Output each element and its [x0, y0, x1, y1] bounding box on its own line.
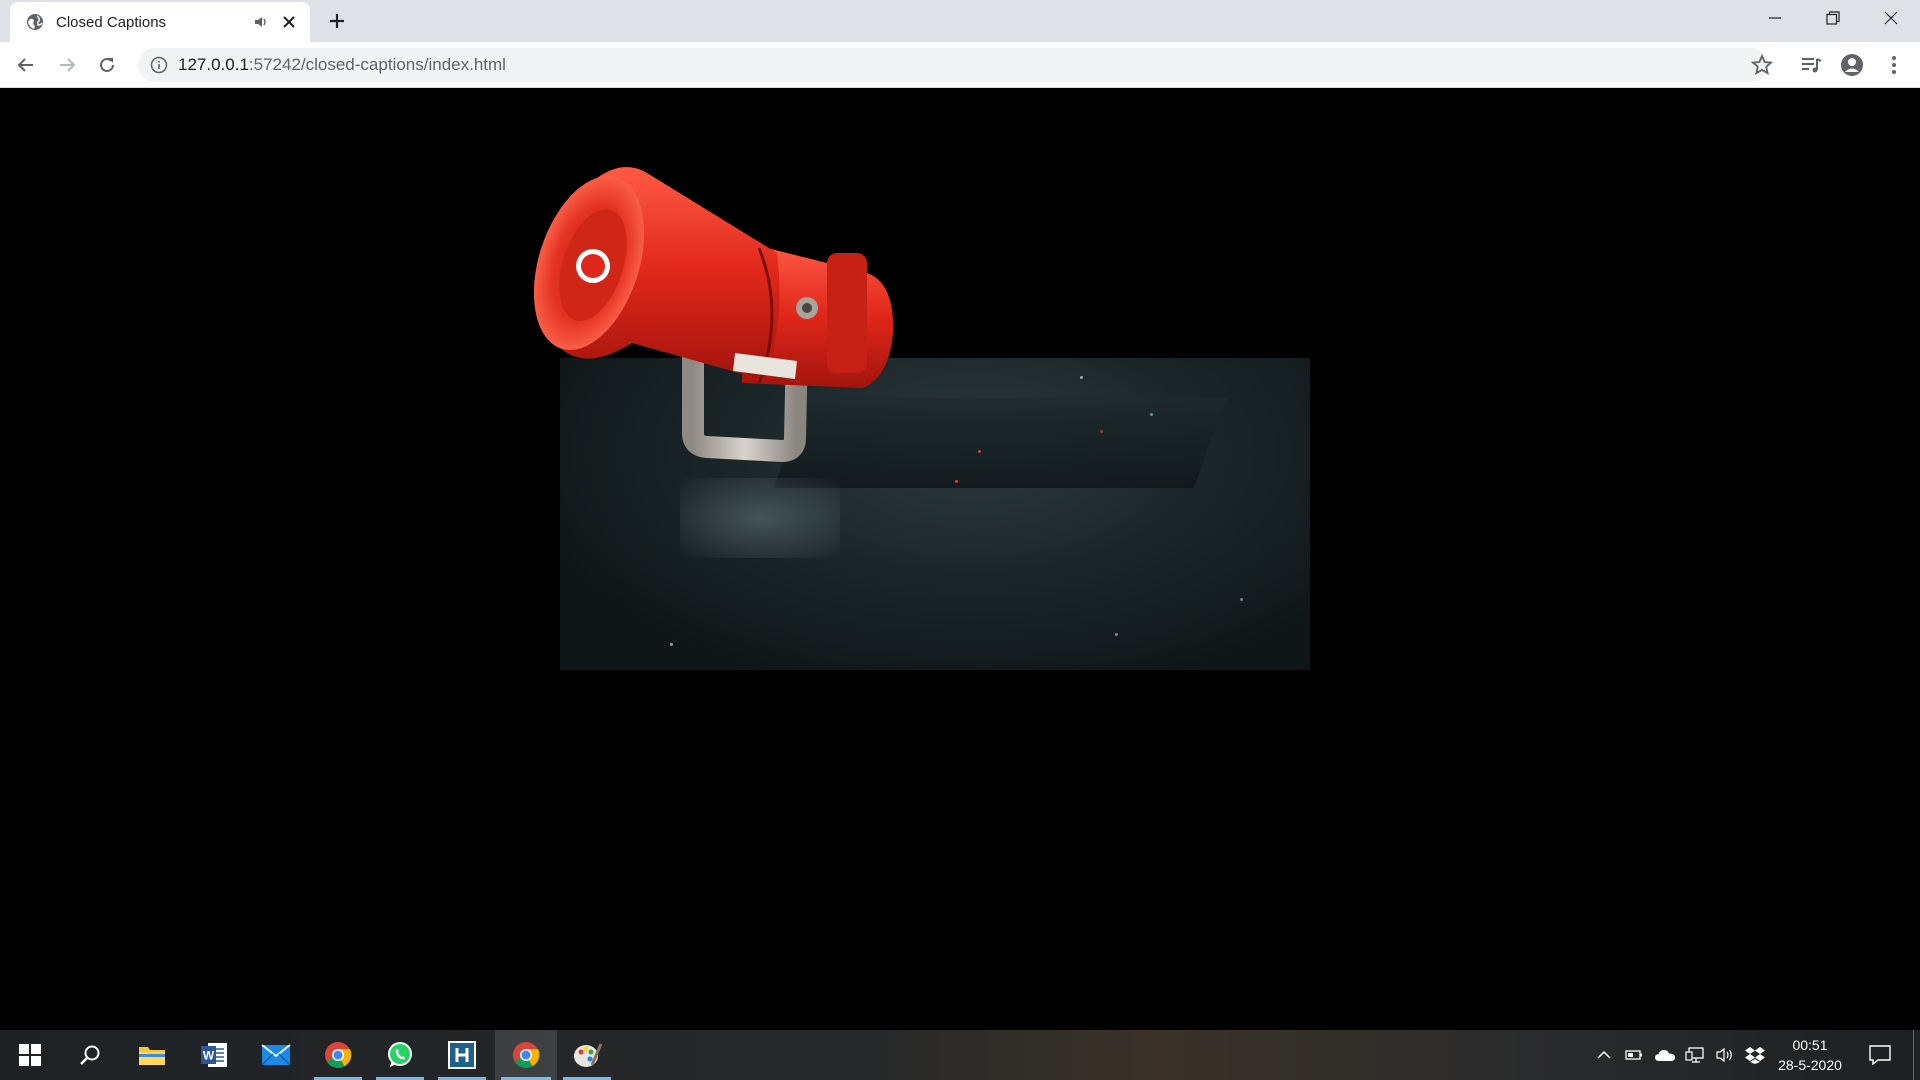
profile-avatar-icon[interactable] — [1840, 53, 1864, 77]
url-host: 127.0.0.1 — [178, 55, 249, 74]
speaker-icon[interactable] — [252, 13, 270, 31]
search-button[interactable] — [60, 1030, 120, 1080]
page-content — [0, 89, 1920, 1030]
tab-title: Closed Captions — [56, 13, 167, 31]
close-window-button[interactable] — [1862, 0, 1920, 36]
taskbar-chrome-active[interactable] — [495, 1030, 557, 1080]
dropbox-icon[interactable] — [1742, 1030, 1768, 1080]
forward-button[interactable] — [53, 51, 81, 79]
windows-taskbar: W 00:51 28-5-2020 — [0, 1030, 1920, 1080]
reload-icon — [100, 57, 114, 72]
taskbar-app-bracket[interactable] — [432, 1030, 492, 1080]
clock-date: 28-5-2020 — [1778, 1057, 1842, 1073]
chrome-icon — [513, 1042, 540, 1068]
browser-toolbar: 127.0.0.1:57242/closed-captions/index.ht… — [0, 42, 1920, 88]
media-control-icon[interactable] — [1799, 53, 1823, 77]
scene-light — [1240, 598, 1243, 601]
taskbar-whatsapp[interactable] — [370, 1030, 430, 1080]
paint-palette-icon — [574, 1043, 602, 1067]
network-icon[interactable] — [1682, 1030, 1708, 1080]
scene-light — [955, 480, 958, 483]
menu-kebab-icon[interactable] — [1882, 53, 1906, 77]
restore-button[interactable] — [1804, 0, 1862, 36]
clock-time: 00:51 — [1792, 1037, 1828, 1053]
arrow-right-icon — [60, 58, 76, 72]
word-icon: W — [201, 1043, 227, 1067]
taskbar-clock[interactable]: 00:51 28-5-2020 — [1768, 1035, 1852, 1075]
scene-light — [1100, 430, 1103, 433]
folder-icon — [139, 1047, 165, 1065]
whatsapp-icon — [388, 1042, 412, 1067]
taskbar-paint[interactable] — [557, 1030, 617, 1080]
taskbar-file-explorer[interactable] — [122, 1030, 182, 1080]
taskbar-word[interactable]: W — [184, 1030, 244, 1080]
chrome-icon — [325, 1042, 352, 1068]
volume-icon[interactable] — [1712, 1030, 1738, 1080]
start-button[interactable] — [0, 1030, 60, 1080]
scene-light — [1080, 376, 1083, 379]
minimize-button[interactable] — [1746, 0, 1804, 36]
scene-light — [1150, 413, 1153, 416]
mail-icon — [261, 1044, 291, 1066]
url-path: :57242/closed-captions/index.html — [248, 55, 506, 74]
svg-text:W: W — [203, 1049, 215, 1063]
scene-light — [670, 643, 673, 646]
taskbar-mail[interactable] — [246, 1030, 306, 1080]
browser-tab[interactable]: Closed Captions — [10, 2, 310, 42]
scene-light — [978, 450, 981, 453]
search-icon — [80, 1045, 100, 1065]
address-bar[interactable]: 127.0.0.1:57242/closed-captions/index.ht… — [138, 48, 1768, 82]
globe-icon — [27, 14, 43, 30]
title-bar: Closed Captions — [0, 0, 1920, 42]
scene-light — [1115, 633, 1118, 636]
tab-close-icon[interactable] — [280, 13, 298, 31]
show-desktop-button[interactable] — [1913, 1030, 1914, 1080]
windows-logo-icon — [19, 1044, 41, 1066]
back-button[interactable] — [12, 51, 40, 79]
arrow-left-icon — [17, 58, 33, 72]
battery-icon[interactable] — [1622, 1030, 1646, 1080]
bookmark-star-icon[interactable] — [1750, 53, 1774, 77]
onedrive-cloud-icon[interactable] — [1652, 1030, 1678, 1080]
tray-chevron-up-icon[interactable] — [1592, 1030, 1616, 1080]
bracket-app-icon — [448, 1041, 476, 1069]
action-center-icon[interactable] — [1866, 1030, 1894, 1080]
info-icon[interactable] — [150, 56, 168, 74]
url-text: 127.0.0.1:57242/closed-captions/index.ht… — [178, 55, 506, 75]
siren-horn-image — [533, 167, 894, 463]
reload-button[interactable] — [93, 51, 121, 79]
new-tab-button[interactable] — [324, 8, 350, 34]
taskbar-chrome[interactable] — [308, 1030, 368, 1080]
